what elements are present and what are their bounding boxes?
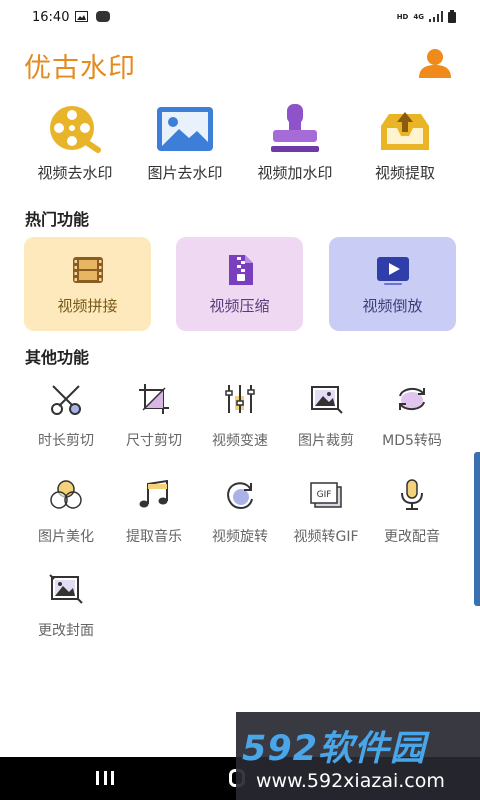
feature-video-extract[interactable]: 视频提取	[350, 104, 460, 183]
other-label: 时长剪切	[38, 433, 94, 449]
other-video-speed[interactable]: 视频变速	[194, 382, 286, 450]
hot-video-compress[interactable]: 视频压缩	[176, 237, 303, 331]
status-bar: 16:40 HD 4G	[0, 0, 480, 36]
sliders-icon	[225, 385, 255, 413]
scissors-icon	[51, 385, 81, 415]
other-label: 视频旋转	[212, 529, 268, 545]
notification-badge-icon	[96, 11, 110, 22]
microphone-icon	[401, 479, 423, 510]
other-md5-transcode[interactable]: MD5转码	[366, 382, 458, 450]
play-screen-icon	[376, 257, 409, 285]
cover-image-icon	[49, 574, 83, 604]
rotate-icon	[227, 482, 253, 510]
hd-indicator: HD	[396, 12, 409, 21]
svg-text:GIF: GIF	[317, 490, 332, 500]
top-features: 视频去水印 图片去水印 视频加水印 视频提取	[20, 104, 472, 183]
film-strip-icon	[72, 257, 103, 283]
other-label: 更改配音	[384, 529, 440, 545]
other-video-to-gif[interactable]: GIF 视频转GIF	[280, 478, 372, 546]
other-image-beautify[interactable]: 图片美化	[20, 478, 112, 546]
hot-card-label: 视频倒放	[362, 297, 423, 315]
recent-apps-icon[interactable]	[96, 771, 114, 785]
gallery-icon	[75, 11, 88, 22]
feature-video-add-watermark[interactable]: 视频加水印	[240, 104, 350, 183]
hot-card-label: 视频拼接	[57, 297, 118, 315]
site-watermark: 592软件园 www.592xiazai.com	[236, 712, 480, 800]
other-change-dubbing[interactable]: 更改配音	[366, 478, 458, 546]
refresh-cycle-icon	[399, 388, 425, 410]
feature-label: 视频加水印	[257, 164, 333, 182]
hot-video-reverse[interactable]: 视频倒放	[329, 237, 456, 331]
picture-icon	[157, 107, 213, 151]
other-label: 视频转GIF	[293, 529, 359, 545]
hot-section-title: 热门功能	[25, 210, 90, 229]
watermark-url: www.592xiazai.com	[256, 770, 445, 792]
hot-features: 视频拼接 视频压缩 视频倒放	[24, 237, 456, 331]
other-duration-cut[interactable]: 时长剪切	[20, 382, 112, 450]
network-indicator: 4G	[413, 12, 424, 21]
music-note-icon	[139, 479, 168, 508]
hot-video-concat[interactable]: 视频拼接	[24, 237, 151, 331]
watermark-brand: 592软件园	[242, 729, 427, 769]
gif-icon: GIF	[310, 482, 342, 508]
other-size-cut[interactable]: 尺寸剪切	[108, 382, 200, 450]
feature-label: 图片去水印	[147, 164, 223, 182]
film-reel-magnifier-icon	[50, 106, 101, 153]
signal-icon	[429, 11, 443, 22]
other-label: 图片裁剪	[298, 433, 354, 449]
feature-image-remove-watermark[interactable]: 图片去水印	[130, 104, 240, 183]
image-crop-icon	[311, 386, 343, 414]
other-video-rotate[interactable]: 视频旋转	[194, 478, 286, 546]
feature-label: 视频去水印	[37, 164, 113, 182]
other-label: 图片美化	[38, 529, 94, 545]
other-label: MD5转码	[382, 433, 442, 449]
other-label: 视频变速	[212, 433, 268, 449]
status-indicators: HD 4G	[397, 10, 456, 23]
tray-upload-icon	[381, 112, 429, 150]
other-change-cover[interactable]: 更改封面	[20, 572, 112, 640]
status-time: 16:40	[32, 10, 70, 25]
edge-panel-handle[interactable]	[474, 452, 480, 606]
feature-label: 视频提取	[374, 164, 435, 182]
zip-file-icon	[228, 255, 253, 285]
color-circles-icon	[50, 480, 82, 509]
other-label: 更改封面	[38, 623, 94, 639]
app-title: 优古水印	[24, 53, 136, 84]
other-image-crop[interactable]: 图片裁剪	[280, 382, 372, 450]
hot-card-label: 视频压缩	[209, 297, 270, 315]
stamp-icon	[271, 104, 319, 152]
other-label: 提取音乐	[126, 529, 182, 545]
other-extract-music[interactable]: 提取音乐	[108, 478, 200, 546]
battery-icon	[448, 10, 456, 23]
profile-icon[interactable]	[418, 48, 452, 78]
other-label: 尺寸剪切	[126, 433, 182, 449]
crop-icon	[139, 384, 169, 414]
other-section-title: 其他功能	[25, 348, 90, 367]
feature-video-remove-watermark[interactable]: 视频去水印	[20, 104, 130, 183]
